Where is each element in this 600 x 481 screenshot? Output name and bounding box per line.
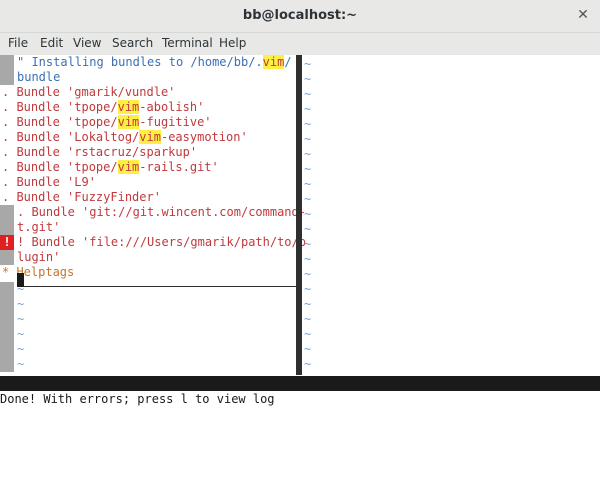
empty-line-tilde: ~ xyxy=(17,327,25,341)
buffer-line: bundle xyxy=(17,70,60,85)
close-icon[interactable]: ✕ xyxy=(574,6,592,24)
search-highlight: vim xyxy=(139,130,161,144)
buffer-line: ! Bundle 'file:///Users/gmarik/path/to/p xyxy=(17,235,306,250)
empty-line-tilde: ~ xyxy=(304,237,312,251)
empty-line-tilde: ~ xyxy=(304,117,312,131)
sign-column xyxy=(0,342,14,357)
line-text: / xyxy=(284,55,292,69)
empty-line-tilde: ~ xyxy=(304,312,312,326)
menu-edit[interactable]: Edit xyxy=(40,36,63,50)
window-titlebar: bb@localhost:~ ✕ xyxy=(0,0,600,33)
menu-search[interactable]: Search xyxy=(112,36,153,50)
line-text: . Bundle 'gmarik/vundle' xyxy=(2,85,176,99)
line-text: bundle xyxy=(17,70,61,84)
empty-line-tilde: ~ xyxy=(304,282,312,296)
sign-column xyxy=(0,250,14,265)
menu-help[interactable]: Help xyxy=(219,36,246,50)
empty-line-tilde: ~ xyxy=(17,357,25,371)
search-highlight: vim xyxy=(262,55,285,69)
empty-line-tilde: ~ xyxy=(304,357,312,371)
line-text: -abolish' xyxy=(139,100,205,114)
empty-line-tilde: ~ xyxy=(304,177,312,191)
terminal-area[interactable]: " Installing bundles to /home/bb/.vim/bu… xyxy=(0,55,600,465)
line-text: . Bundle 'tpope/ xyxy=(2,100,118,114)
menu-file[interactable]: File xyxy=(8,36,28,50)
buffer-line: * Helptags xyxy=(2,265,74,280)
line-text: . Bundle 'L9' xyxy=(2,175,96,189)
line-text: . Bundle 'git://git.wincent.com/command- xyxy=(17,205,306,219)
empty-line-tilde: ~ xyxy=(304,87,312,101)
line-text: . Bundle 'tpope/ xyxy=(2,160,118,174)
buffer-line: . Bundle 'git://git.wincent.com/command- xyxy=(17,205,306,220)
buffer-line: . Bundle 'rstacruz/sparkup' xyxy=(2,145,197,160)
line-text: lugin' xyxy=(17,250,61,264)
line-text: . Bundle 'tpope/ xyxy=(2,115,118,129)
empty-line-tilde: ~ xyxy=(304,72,312,86)
line-text: " Installing bundles to /home/bb/. xyxy=(17,55,263,69)
empty-line-tilde: ~ xyxy=(304,267,312,281)
line-text: t.git' xyxy=(17,220,61,234)
empty-line-tilde: ~ xyxy=(17,342,25,356)
buffer-line: . Bundle 'tpope/vim-abolish' xyxy=(2,100,204,115)
line-text: -fugitive' xyxy=(139,115,212,129)
window-title: bb@localhost:~ xyxy=(242,8,358,23)
status-line: <taller [Preview][RO] 13,0-1 All [No Nam… xyxy=(0,376,600,465)
sign-column xyxy=(0,312,14,327)
empty-line-tilde: ~ xyxy=(304,147,312,161)
search-highlight: vim xyxy=(117,100,140,114)
empty-line-tilde: ~ xyxy=(304,297,312,311)
buffer-line: . Bundle 'L9' xyxy=(2,175,96,190)
sign-column xyxy=(0,282,14,297)
status-left-all: All xyxy=(274,406,296,420)
empty-line-tilde: ~ xyxy=(17,312,25,326)
empty-line-tilde: ~ xyxy=(304,342,312,356)
line-text: ! Bundle 'file:///Users/gmarik/path/to/p xyxy=(17,235,306,249)
empty-line-tilde: ~ xyxy=(304,252,312,266)
sign-column xyxy=(0,70,14,85)
empty-line-tilde: ~ xyxy=(17,297,25,311)
sign-column xyxy=(0,220,14,235)
vertical-split-divider[interactable] xyxy=(296,55,302,375)
menu-view[interactable]: View xyxy=(73,36,101,50)
status-right: [No Name] [+] xyxy=(303,421,397,435)
empty-line-tilde: ~ xyxy=(304,57,312,71)
buffer-line: t.git' xyxy=(17,220,60,235)
empty-line-tilde: ~ xyxy=(304,162,312,176)
sign-column xyxy=(0,357,14,372)
error-sign-icon: ! xyxy=(0,235,14,250)
empty-line-tilde: ~ xyxy=(304,327,312,341)
search-highlight: vim xyxy=(117,115,140,129)
menubar: File Edit View Search Terminal Help xyxy=(0,33,600,55)
sign-column xyxy=(0,297,14,312)
empty-line-tilde: ~ xyxy=(304,132,312,146)
empty-line-tilde: ~ xyxy=(304,207,312,221)
buffer-line: . Bundle 'tpope/vim-rails.git' xyxy=(2,160,219,175)
empty-line-tilde: ~ xyxy=(304,222,312,236)
horizontal-split-divider xyxy=(17,286,296,287)
line-text: * Helptags xyxy=(2,265,75,279)
line-text: . Bundle 'Lokaltog/ xyxy=(2,130,140,144)
command-line: Done! With errors; press l to view log xyxy=(0,392,275,406)
cursor xyxy=(17,273,24,287)
empty-line-tilde: ~ xyxy=(304,102,312,116)
buffer-line: . Bundle 'tpope/vim-fugitive' xyxy=(2,115,212,130)
empty-line-tilde: ~ xyxy=(304,192,312,206)
line-text: . Bundle 'FuzzyFinder' xyxy=(2,190,161,204)
menu-terminal[interactable]: Terminal xyxy=(162,36,213,50)
status-right-pos: 1,1 xyxy=(459,436,481,450)
buffer-line: . Bundle 'Lokaltog/vim-easymotion' xyxy=(2,130,248,145)
buffer-line: . Bundle 'gmarik/vundle' xyxy=(2,85,175,100)
buffer-line: . Bundle 'FuzzyFinder' xyxy=(2,190,161,205)
sign-column xyxy=(0,327,14,342)
line-text: -easymotion' xyxy=(160,130,248,144)
search-highlight: vim xyxy=(117,160,140,174)
buffer-line: lugin' xyxy=(17,250,60,265)
line-text: . Bundle 'rstacruz/sparkup' xyxy=(2,145,198,159)
buffer-line: " Installing bundles to /home/bb/.vim/ xyxy=(17,55,292,70)
status-right-all: All xyxy=(568,451,590,465)
sign-column xyxy=(0,205,14,220)
line-text: -rails.git' xyxy=(139,160,219,174)
sign-column xyxy=(0,55,14,70)
